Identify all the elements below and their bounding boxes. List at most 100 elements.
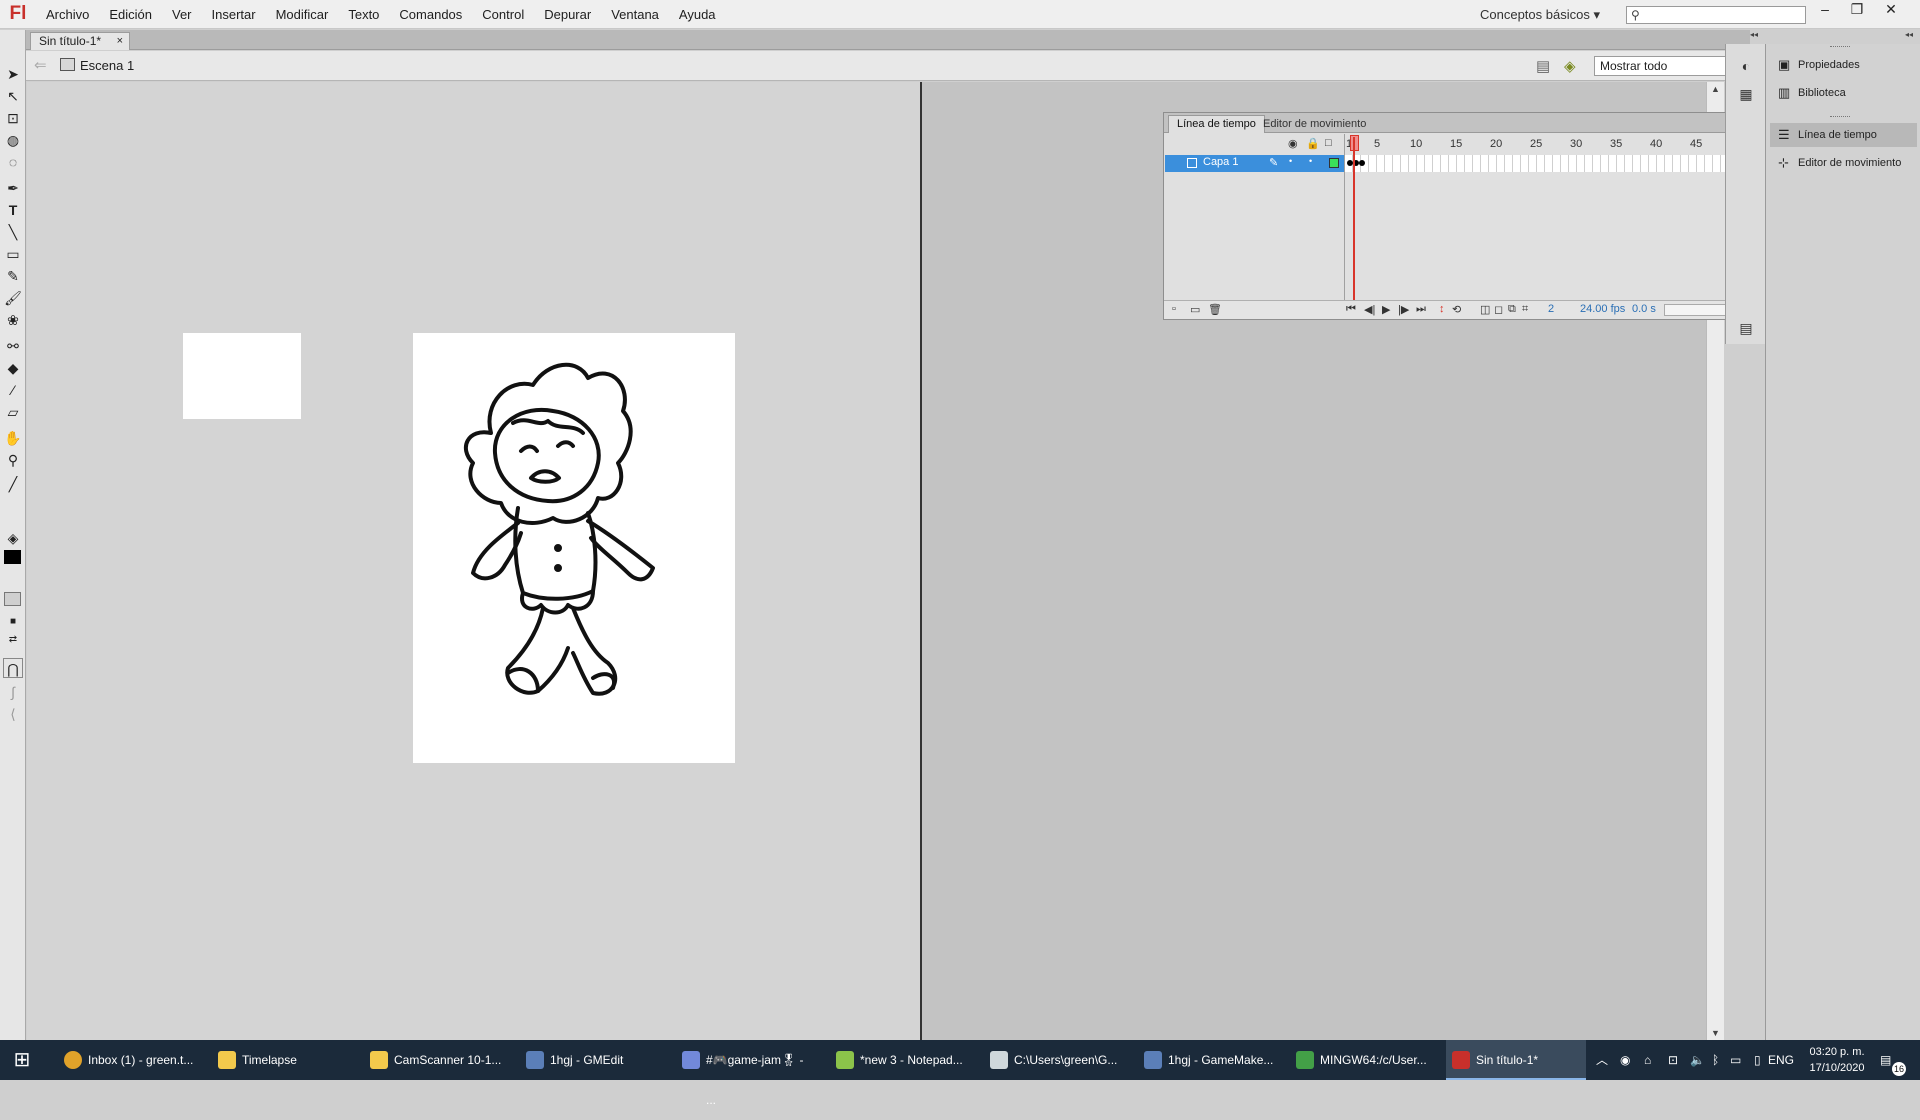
tab-timeline[interactable]: Línea de tiempo	[1168, 115, 1265, 133]
tray-gamepad-icon[interactable]: ⌂	[1644, 1040, 1651, 1080]
3d-rotation-tool-icon[interactable]: ◍	[3, 130, 23, 150]
layer-row[interactable]: Capa 1 ✎ • •	[1165, 155, 1345, 172]
taskbar-item-gmedit[interactable]: 1hgj - GMEdit	[520, 1040, 660, 1080]
dock-grip[interactable]	[1830, 46, 1850, 49]
bone-tool-icon[interactable]: ⚯	[3, 336, 23, 356]
smooth-icon[interactable]: ∫	[3, 682, 23, 702]
network-icon[interactable]: ▭	[1730, 1040, 1741, 1080]
expand-panels-icon[interactable]: ◂◂	[1905, 30, 1913, 39]
minimize-button[interactable]: –	[1810, 0, 1840, 20]
windows-start-button[interactable]: ⊞	[0, 1040, 44, 1080]
center-frame-icon[interactable]: ↕	[1439, 303, 1445, 315]
snap-magnet-icon[interactable]: ⋂	[3, 658, 23, 678]
free-transform-tool-icon[interactable]: ⊡	[3, 108, 23, 128]
frame-cells[interactable]	[1345, 155, 1741, 172]
outline-icon[interactable]: □	[1325, 137, 1332, 149]
language-indicator[interactable]: ENG	[1768, 1040, 1794, 1080]
zoom-tool-icon[interactable]: ⚲	[3, 450, 23, 470]
document-tab[interactable]: Sin título-1* ×	[30, 32, 131, 50]
keyframe[interactable]	[1359, 160, 1365, 166]
taskbar-item-timelapse[interactable]: Timelapse	[212, 1040, 348, 1080]
loop-icon[interactable]: ⟲	[1452, 303, 1461, 316]
rectangle-tool-icon[interactable]: ▭	[3, 244, 23, 264]
menu-control[interactable]: Control	[472, 0, 534, 29]
modify-markers-icon[interactable]: ⌗	[1522, 303, 1528, 316]
menu-depurar[interactable]: Depurar	[534, 0, 601, 29]
swap-colors-icon[interactable]: ⇄	[3, 630, 23, 650]
taskbar-item-explorer[interactable]: C:\Users\green\G...	[984, 1040, 1124, 1080]
panel-library[interactable]: ▥ Biblioteca	[1770, 81, 1917, 105]
current-frame[interactable]: 2	[1548, 303, 1554, 315]
eraser-tool-icon[interactable]: ▱	[3, 402, 23, 422]
close-button[interactable]: ✕	[1876, 0, 1906, 20]
line-tool-icon[interactable]: ╲	[3, 222, 23, 242]
eye-icon[interactable]: ◉	[1288, 137, 1298, 150]
taskbar-item-notepad[interactable]: *new 3 - Notepad...	[830, 1040, 970, 1080]
artwork-canvas[interactable]	[413, 333, 735, 763]
scroll-down-icon[interactable]: ▼	[1711, 1028, 1720, 1038]
first-frame-icon[interactable]: ⏮	[1346, 303, 1356, 316]
clock-time[interactable]: 03:20 p. m.	[1802, 1044, 1872, 1060]
back-arrow-icon[interactable]: ⇐	[34, 56, 47, 74]
color-panel-icon[interactable]: ◐	[1736, 58, 1756, 78]
play-icon[interactable]: ▶	[1382, 303, 1390, 316]
clock-date[interactable]: 17/10/2020	[1802, 1060, 1872, 1076]
collapse-panels-icon[interactable]: ◂◂	[1750, 30, 1758, 39]
straighten-icon[interactable]: ⟨	[3, 704, 23, 724]
menu-ventana[interactable]: Ventana	[601, 0, 669, 29]
menu-edicion[interactable]: Edición	[99, 0, 162, 29]
frame-rate[interactable]: 24.00 fps	[1580, 303, 1625, 315]
dock-grip[interactable]	[1830, 116, 1850, 119]
edit-scene-icon[interactable]: ▤	[1536, 57, 1550, 75]
lock-dot-icon[interactable]: •	[1309, 156, 1312, 166]
tray-overflow-icon[interactable]: ︿	[1596, 1040, 1608, 1080]
lasso-tool-icon[interactable]: ◌	[3, 152, 23, 172]
close-icon[interactable]: ×	[117, 33, 123, 49]
align-panel-icon[interactable]: ▦	[1736, 86, 1756, 106]
default-colors-icon[interactable]: ■	[3, 612, 23, 632]
eyedropper-tool-icon[interactable]: ⁄	[3, 380, 23, 400]
pencil-tool-icon[interactable]: ✎	[3, 266, 23, 286]
onion-skin-icon[interactable]: ◫	[1480, 303, 1490, 316]
onion-outline-icon[interactable]: ◻	[1494, 303, 1503, 316]
battery-icon[interactable]: ▯	[1754, 1040, 1761, 1080]
menu-comandos[interactable]: Comandos	[389, 0, 472, 29]
menu-modificar[interactable]: Modificar	[266, 0, 339, 29]
paint-bucket-tool-icon[interactable]: ◆	[3, 358, 23, 378]
tab-motion-editor[interactable]: Editor de movimiento	[1254, 115, 1375, 133]
scroll-up-icon[interactable]: ▲	[1711, 84, 1720, 94]
taskbar-item-gamemaker[interactable]: 1hgj - GameMake...	[1138, 1040, 1278, 1080]
menu-texto[interactable]: Texto	[338, 0, 389, 29]
lock-icon[interactable]: 🔒	[1306, 137, 1320, 150]
edit-multiple-icon[interactable]: ⧉	[1508, 303, 1516, 316]
menu-insertar[interactable]: Insertar	[202, 0, 266, 29]
taskbar-item-flash[interactable]: Sin título-1*	[1446, 1040, 1586, 1080]
taskbar-item-chrome[interactable]: Inbox (1) - green.t...	[58, 1040, 196, 1080]
white-rectangle-shape[interactable]	[183, 333, 301, 419]
fill-color-swatch[interactable]	[4, 592, 21, 606]
panel-timeline[interactable]: ☰ Línea de tiempo	[1770, 123, 1917, 147]
new-folder-icon[interactable]: ▭	[1190, 303, 1200, 316]
menu-archivo[interactable]: Archivo	[36, 0, 99, 29]
subselection-tool-icon[interactable]: ↖	[3, 86, 23, 106]
stroke-color-swatch[interactable]	[4, 550, 21, 564]
taskbar-item-mingw[interactable]: MINGW64:/c/User...	[1290, 1040, 1432, 1080]
menu-ayuda[interactable]: Ayuda	[669, 0, 726, 29]
tray-app-icon[interactable]: ◉	[1620, 1040, 1630, 1080]
scene-breadcrumb[interactable]: Escena 1	[80, 58, 134, 73]
hand-tool-icon[interactable]: ✋	[3, 428, 23, 448]
selection-tool-icon[interactable]: ➤	[3, 64, 23, 84]
workspace-switcher[interactable]: Conceptos básicos ▾	[1480, 0, 1600, 29]
new-layer-icon[interactable]: ▫	[1172, 303, 1176, 315]
menu-ver[interactable]: Ver	[162, 0, 202, 29]
zoom-select[interactable]: Mostrar todo ▾	[1594, 56, 1746, 76]
text-tool-icon[interactable]: T	[3, 200, 23, 220]
volume-icon[interactable]: 🔈	[1690, 1040, 1705, 1080]
pen-tool-icon[interactable]: ✒	[3, 178, 23, 198]
step-back-icon[interactable]: ◀|	[1364, 303, 1375, 316]
layer-color-swatch[interactable]	[1329, 158, 1339, 168]
last-frame-icon[interactable]: ⏭	[1416, 303, 1426, 316]
components-panel-icon[interactable]: ▤	[1736, 320, 1756, 340]
panel-properties[interactable]: ▣ Propiedades	[1770, 53, 1917, 77]
bluetooth-icon[interactable]: ᛒ	[1712, 1040, 1719, 1080]
